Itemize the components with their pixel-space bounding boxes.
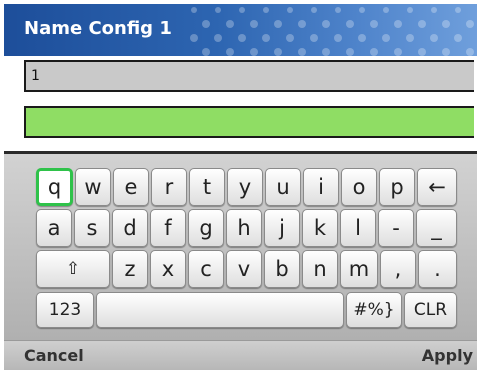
title-bar: Name Config 1	[4, 4, 477, 56]
key-x[interactable]: x	[150, 250, 186, 288]
key-s[interactable]: s	[74, 209, 110, 247]
on-screen-keyboard: q w e r t y u i o p ← a s d f g h j k l …	[4, 154, 477, 340]
key-l[interactable]: l	[340, 209, 376, 247]
cancel-button[interactable]: Cancel	[24, 346, 84, 365]
name-display-value: 1	[31, 68, 40, 84]
title-bar-pattern	[190, 7, 474, 56]
key-t[interactable]: t	[189, 168, 225, 206]
key-h[interactable]: h	[226, 209, 262, 247]
key-v[interactable]: v	[226, 250, 262, 288]
clear-key[interactable]: CLR	[404, 292, 457, 328]
name-input-field[interactable]	[24, 106, 477, 138]
key-e[interactable]: e	[113, 168, 149, 206]
symbols-key[interactable]: #%}	[346, 292, 402, 328]
dialog: Name Config 1 1 q w e r t y u i o p ← a …	[4, 4, 477, 370]
key-p[interactable]: p	[379, 168, 415, 206]
key-c[interactable]: c	[188, 250, 224, 288]
key-z[interactable]: z	[112, 250, 148, 288]
name-display-field[interactable]: 1	[24, 60, 474, 92]
backspace-key[interactable]: ←	[417, 168, 457, 206]
key-o[interactable]: o	[341, 168, 377, 206]
key-a[interactable]: a	[36, 209, 72, 247]
space-key[interactable]	[96, 292, 344, 328]
key-period[interactable]: .	[418, 250, 457, 288]
key-b[interactable]: b	[264, 250, 300, 288]
key-q[interactable]: q	[36, 168, 73, 206]
key-r[interactable]: r	[151, 168, 187, 206]
key-hyphen[interactable]: -	[378, 209, 414, 247]
shift-key[interactable]: ⇧	[36, 250, 110, 288]
softkey-bar: Cancel Apply	[4, 340, 477, 370]
key-comma[interactable]: ,	[380, 250, 416, 288]
key-m[interactable]: m	[340, 250, 378, 288]
numbers-key[interactable]: 123	[36, 292, 94, 328]
key-w[interactable]: w	[75, 168, 111, 206]
key-i[interactable]: i	[303, 168, 339, 206]
key-d[interactable]: d	[112, 209, 148, 247]
key-n[interactable]: n	[302, 250, 338, 288]
key-j[interactable]: j	[264, 209, 300, 247]
key-g[interactable]: g	[188, 209, 224, 247]
name-input[interactable]	[26, 108, 477, 136]
key-f[interactable]: f	[150, 209, 186, 247]
apply-button[interactable]: Apply	[422, 346, 473, 365]
key-k[interactable]: k	[302, 209, 338, 247]
key-y[interactable]: y	[227, 168, 263, 206]
key-u[interactable]: u	[265, 168, 301, 206]
dialog-title: Name Config 1	[24, 18, 172, 39]
key-underscore[interactable]: _	[416, 209, 457, 247]
